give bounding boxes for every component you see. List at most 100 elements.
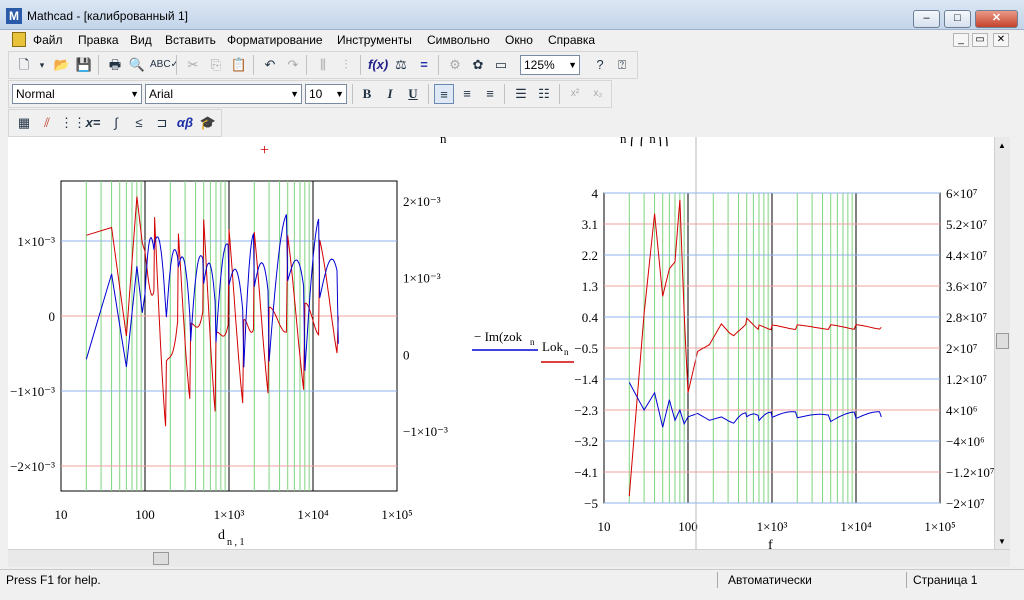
plot-right[interactable]: 4 3.1 2.2 1.3 0.4 −0.5 −1.4 −2.3 −3.2 −4.1 −5 6×10⁷… — [574, 137, 994, 549]
y-right-tick-label: −1×10⁻³ — [403, 424, 448, 439]
y-right-tick-label: −1.2×10⁷ — [946, 465, 994, 480]
calculate-icon[interactable]: = — [414, 55, 434, 75]
boolean-icon[interactable]: ≤ — [129, 113, 149, 133]
subscript-button[interactable]: x₂ — [588, 84, 608, 104]
spellcheck-icon[interactable]: ABC✓ — [150, 55, 179, 75]
underline-button[interactable]: U — [403, 84, 423, 104]
partial-expression-1: n — [440, 137, 447, 146]
component-icon[interactable]: ⚙ — [445, 55, 465, 75]
style-select[interactable]: Normal ▼ — [12, 84, 142, 104]
worksheet[interactable]: n n ⎛ ⎛ n⎞⎞ + 1×10⁻³ 0 −1×10⁻³ −2×10⁻³ 2×10⁻… — [8, 137, 994, 549]
y-left-tick-label: −4.1 — [574, 465, 598, 480]
open-icon[interactable]: 📂 — [52, 55, 72, 75]
vertical-scroll-thumb[interactable] — [996, 333, 1009, 349]
y-left-tick-label: −1×10⁻³ — [10, 384, 55, 399]
menu-view[interactable]: Вид — [130, 33, 152, 47]
font-value: Arial — [149, 87, 174, 101]
scroll-down-icon[interactable]: ▼ — [998, 537, 1006, 546]
close-button[interactable]: ✕ — [975, 10, 1018, 28]
whats-this-icon[interactable]: ⍰ — [612, 55, 632, 75]
plot-left[interactable]: 1×10⁻³ 0 −1×10⁻³ −2×10⁻³ 2×10⁻³ 1×10⁻³ 0 −1×10⁻… — [10, 180, 448, 548]
menu-help[interactable]: Справка — [548, 33, 595, 47]
evaluation-icon[interactable]: x= — [83, 113, 103, 133]
document-icon[interactable] — [12, 32, 26, 47]
font-select[interactable]: Arial ▼ — [145, 84, 302, 104]
copy-icon[interactable]: ⎘ — [206, 55, 226, 75]
bold-button[interactable]: B — [357, 84, 377, 104]
zoom-value: 125% — [524, 58, 555, 72]
symbolic-icon[interactable]: 🎓 — [198, 113, 218, 133]
superscript-button[interactable]: x² — [565, 84, 585, 104]
window-icon[interactable]: ▭ — [491, 55, 511, 75]
menu-edit[interactable]: Правка — [78, 33, 119, 47]
align-center-icon[interactable]: ≡ — [457, 84, 477, 104]
font-size-value: 10 — [309, 87, 323, 101]
maximize-button[interactable]: □ — [944, 10, 971, 28]
x-tick-label: 1×10³ — [214, 507, 245, 522]
font-size-select[interactable]: 10 ▼ — [305, 84, 347, 104]
insert-unit-icon[interactable]: ⚖ — [391, 55, 411, 75]
vertical-scrollbar[interactable]: ▲ ▼ — [994, 137, 1010, 549]
bullet-list-icon[interactable]: ☰ — [511, 84, 531, 104]
resource-icon[interactable]: ✿ — [468, 55, 488, 75]
horizontal-scroll-thumb[interactable] — [153, 552, 169, 565]
plot-left-xlabel-sub: n , 1 — [227, 537, 245, 548]
x-tick-label: 1×10⁵ — [924, 519, 955, 534]
calculator-icon[interactable]: ▦ — [14, 113, 34, 133]
x-tick-label: 100 — [135, 507, 155, 522]
mdi-minimize-button[interactable]: _ — [953, 33, 969, 47]
paste-icon[interactable]: 📋 — [229, 55, 249, 75]
menu-tools[interactable]: Инструменты — [337, 33, 412, 47]
menu-window[interactable]: Окно — [505, 33, 533, 47]
minimize-button[interactable]: – — [913, 10, 940, 28]
mdi-restore-button[interactable]: ▭ — [972, 33, 988, 47]
y-right-tick-label: 4×10⁶ — [946, 403, 977, 418]
print-icon[interactable]: 🖶 — [105, 55, 125, 75]
menu-file[interactable]: Файл — [33, 33, 63, 47]
mdi-close-button[interactable]: ✕ — [993, 33, 1009, 47]
y-right-tick-label: −4×10⁶ — [946, 434, 985, 449]
chevron-down-icon: ▼ — [130, 89, 139, 99]
new-icon[interactable]: 🗋 — [14, 55, 34, 75]
x-tick-label: 10 — [55, 507, 68, 522]
new-dropdown-icon[interactable]: ▾ — [32, 55, 52, 75]
print-preview-icon[interactable]: 🔍 — [127, 55, 147, 75]
graph-icon[interactable]: ⫽ — [37, 113, 57, 133]
insert-function-icon[interactable]: f(x) — [368, 55, 388, 75]
align-left-icon[interactable]: ≡ — [434, 84, 454, 104]
y-right-tick-label: 0 — [403, 347, 410, 362]
cut-icon[interactable]: ✂ — [183, 55, 203, 75]
mathcad-logo-icon: M — [6, 8, 22, 24]
trace-1-sub: n — [530, 337, 535, 347]
menu-format[interactable]: Форматирование — [227, 33, 323, 47]
scroll-up-icon[interactable]: ▲ — [998, 141, 1006, 150]
y-right-tick-label: 1×10⁻³ — [403, 271, 441, 286]
undo-icon[interactable]: ↶ — [260, 55, 280, 75]
programming-icon[interactable]: ⊐ — [152, 113, 172, 133]
numbered-list-icon[interactable]: ☷ — [534, 84, 554, 104]
menu-symbolics[interactable]: Символьно — [427, 33, 490, 47]
calculus-icon[interactable]: ∫ — [106, 113, 126, 133]
y-right-tick-label: 2.8×10⁷ — [946, 310, 987, 325]
align-right-icon[interactable]: ≡ — [480, 84, 500, 104]
y-right-tick-label: 2×10⁻³ — [403, 194, 441, 209]
y-left-tick-label: −3.2 — [574, 434, 598, 449]
save-icon[interactable]: 💾 — [74, 55, 94, 75]
redo-icon[interactable]: ↷ — [283, 55, 303, 75]
greek-icon[interactable]: αβ — [175, 113, 195, 133]
align-down-icon[interactable]: ⫶ — [336, 55, 356, 75]
y-right-tick-label: 3.6×10⁷ — [946, 279, 987, 294]
chevron-down-icon: ▼ — [335, 89, 344, 99]
plot-right-xlabel: f — [768, 538, 773, 549]
y-left-tick-label: 1×10⁻³ — [17, 234, 55, 249]
italic-button[interactable]: I — [380, 84, 400, 104]
matrix-icon[interactable]: ⋮⋮ — [60, 113, 86, 133]
align-icon[interactable]: ⫼ — [313, 55, 333, 75]
menu-insert[interactable]: Вставить — [165, 33, 216, 47]
y-right-tick-label: 4.4×10⁷ — [946, 248, 987, 263]
y-right-tick-label: 5.2×10⁷ — [946, 217, 987, 232]
help-icon[interactable]: ? — [590, 55, 610, 75]
zoom-select[interactable]: 125% ▼ — [520, 55, 580, 75]
horizontal-scrollbar[interactable] — [8, 549, 1010, 567]
worksheet-canvas: n n ⎛ ⎛ n⎞⎞ + 1×10⁻³ 0 −1×10⁻³ −2×10⁻³ 2×10⁻… — [10, 137, 994, 549]
